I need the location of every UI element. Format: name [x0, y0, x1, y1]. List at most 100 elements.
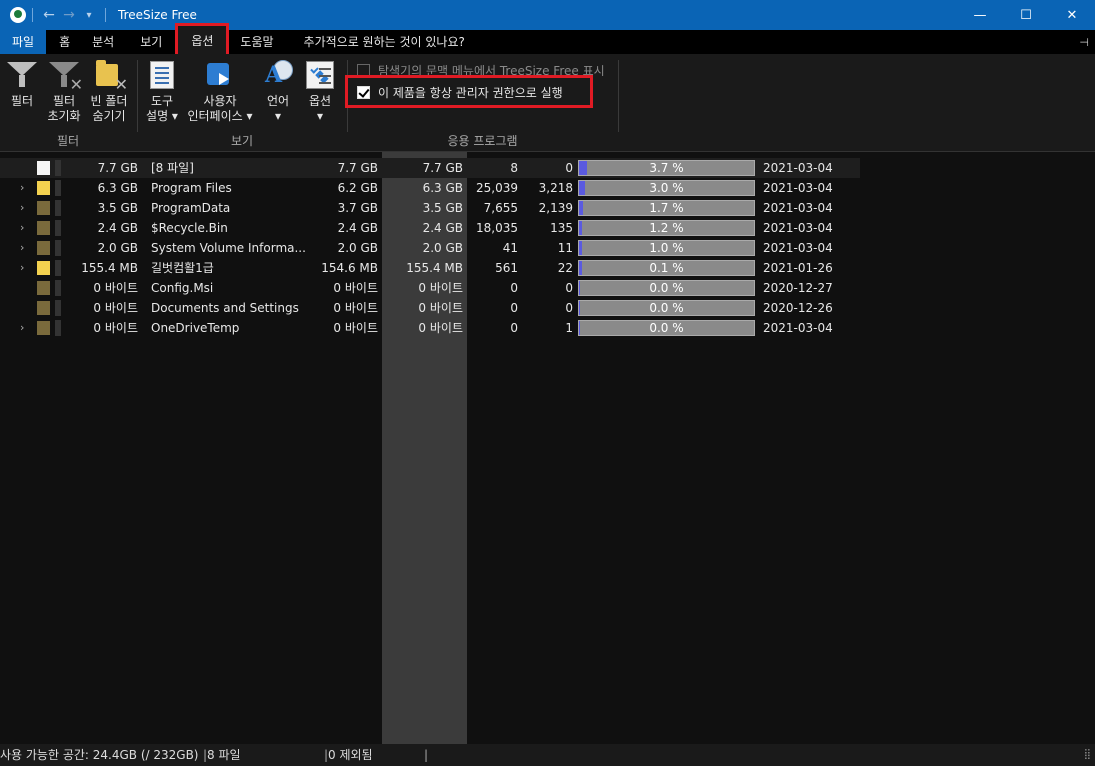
options-button[interactable]: 옵션 ▾	[303, 60, 337, 124]
folders-cell: 2,139	[538, 201, 573, 215]
user-interface-label-2: 인터페이스 ▾	[187, 109, 253, 123]
tooltips-button[interactable]: 도구 설명 ▾	[142, 60, 182, 124]
files-cell: 25,039	[476, 181, 518, 195]
files-cell: 0	[510, 301, 518, 315]
percent-bar: 1.0 %	[578, 240, 755, 256]
tab-options[interactable]: 옵션	[175, 23, 230, 57]
date-cell: 2020-12-27	[763, 281, 833, 295]
title-bar: ← → ▾ TreeSize Free — ☐ ✕	[0, 0, 1095, 30]
files-cell: 7,655	[483, 201, 518, 215]
folder-icon	[37, 281, 50, 295]
close-button[interactable]: ✕	[1049, 0, 1095, 30]
tab-file[interactable]: 파일	[0, 30, 47, 54]
expand-chevron-icon[interactable]: ›	[20, 178, 24, 198]
files-cell: 18,035	[476, 221, 518, 235]
highlight-annotation	[345, 75, 593, 108]
mini-size-bar	[55, 320, 61, 336]
filter-group-label: 필터	[56, 134, 80, 148]
tab-view[interactable]: 보기	[129, 30, 173, 54]
expand-chevron-icon[interactable]: ›	[20, 218, 24, 238]
name-cell: 길벗컴활1급	[151, 261, 214, 275]
application-group-label: 응용 프로그램	[447, 134, 518, 148]
allocated-cell: 0 바이트	[333, 301, 378, 315]
title-separator	[32, 8, 33, 22]
allocated-cell: 3.7 GB	[337, 201, 378, 215]
hide-empty-label-2: 숨기기	[92, 109, 126, 123]
hide-folder-icon: ✕	[94, 60, 128, 93]
tab-analyze[interactable]: 분석	[81, 30, 125, 54]
table-row[interactable]: › 6.3 GB Program Files 6.2 GB 6.3 GB 25,039 3,…	[0, 178, 860, 198]
language-icon: A	[263, 60, 293, 90]
size2-cell: 0 바이트	[418, 281, 463, 295]
table-row[interactable]: 0 바이트 Config.Msi 0 바이트 0 바이트 0 0 0.0 % 2020-12-…	[0, 278, 860, 298]
name-cell: $Recycle.Bin	[151, 221, 228, 235]
reset-filter-label-1: 필터	[52, 94, 76, 108]
reset-filter-icon: ✕	[49, 60, 83, 93]
folder-icon	[37, 221, 50, 235]
percent-bar: 1.7 %	[578, 200, 755, 216]
percent-text: 1.0 %	[649, 241, 684, 255]
mini-size-bar	[55, 180, 61, 196]
table-row[interactable]: 7.7 GB [8 파일] 7.7 GB 7.7 GB 8 0 3.7 % 2021-03-0…	[0, 158, 860, 178]
table-row[interactable]: › 3.5 GB ProgramData 3.7 GB 3.5 GB 7,655 2,139…	[0, 198, 860, 218]
tell-me-search[interactable]: 추가적으로 원하는 것이 있나요?	[293, 30, 476, 54]
expand-chevron-icon[interactable]: ›	[20, 258, 24, 278]
size-cell: 3.5 GB	[97, 201, 138, 215]
minimize-button[interactable]: —	[957, 0, 1003, 30]
ribbon-separator-3	[618, 60, 619, 132]
mini-size-bar	[55, 240, 61, 256]
size2-cell: 3.5 GB	[422, 201, 463, 215]
table-row[interactable]: › 2.0 GB System Volume Informa... 2.0 GB 2.0…	[0, 238, 860, 258]
name-cell: ProgramData	[151, 201, 231, 215]
size-cell: 7.7 GB	[97, 161, 138, 175]
back-arrow-icon[interactable]: ←	[39, 7, 59, 23]
size-cell: 0 바이트	[93, 301, 138, 315]
table-row[interactable]: › 155.4 MB 길벗컴활1급 154.6 MB 155.4 MB 561 22 0.1 …	[0, 258, 860, 278]
mini-size-bar	[55, 260, 61, 276]
status-bar: 사용 가능한 공간: 24.4GB (/ 232GB) | 8 파일 | 0 제…	[0, 744, 1095, 766]
filter-label: 필터	[10, 94, 34, 108]
date-cell: 2021-03-04	[763, 221, 833, 235]
quick-access-dropdown-icon[interactable]: ▾	[79, 10, 99, 21]
tab-home[interactable]: 홈	[48, 30, 81, 54]
allocated-cell: 154.6 MB	[321, 261, 378, 275]
treesize-app-icon[interactable]	[10, 7, 26, 23]
date-cell: 2021-03-04	[763, 201, 833, 215]
table-row[interactable]: 0 바이트 Documents and Settings 0 바이트 0 바이트 0 0 0…	[0, 298, 860, 318]
mini-size-bar	[55, 200, 61, 216]
filter-icon	[7, 60, 37, 90]
reset-filter-button[interactable]: ✕ 필터 초기화	[44, 60, 84, 124]
hide-empty-folders-button[interactable]: ✕ 빈 폴더 숨기기	[88, 60, 130, 124]
folders-cell: 11	[557, 241, 573, 255]
folders-cell: 0	[565, 161, 573, 175]
tooltip-doc-icon	[147, 60, 177, 90]
pin-ribbon-icon[interactable]: ⊣	[1079, 36, 1089, 49]
table-row[interactable]: › 0 바이트 OneDriveTemp 0 바이트 0 바이트 0 1 0.0 % 2021-…	[0, 318, 860, 338]
folders-cell: 22	[557, 261, 573, 275]
mini-size-bar	[55, 160, 61, 176]
percent-bar: 3.0 %	[578, 180, 755, 196]
maximize-button[interactable]: ☐	[1003, 0, 1049, 30]
forward-arrow-icon[interactable]: →	[59, 7, 79, 23]
window-title: TreeSize Free	[118, 8, 197, 22]
resize-grip-icon[interactable]: ⣿	[1084, 744, 1091, 766]
percent-text: 1.2 %	[649, 221, 684, 235]
expand-chevron-icon[interactable]: ›	[20, 318, 24, 338]
tree-list-view[interactable]: 7.7 GB [8 파일] 7.7 GB 7.7 GB 8 0 3.7 % 2021-03-0…	[0, 152, 1095, 744]
file-count-status: 8 파일	[207, 748, 241, 762]
language-button[interactable]: A 언어 ▾	[262, 60, 294, 124]
date-cell: 2021-03-04	[763, 241, 833, 255]
size-cell: 6.3 GB	[97, 181, 138, 195]
name-cell: Program Files	[151, 181, 232, 195]
folder-icon	[37, 201, 50, 215]
folder-icon	[37, 261, 50, 275]
expand-chevron-icon[interactable]: ›	[20, 238, 24, 258]
user-interface-button[interactable]: 사용자 인터페이스 ▾	[184, 60, 256, 124]
size2-cell: 6.3 GB	[422, 181, 463, 195]
tab-help[interactable]: 도움말	[229, 30, 284, 54]
expand-chevron-icon[interactable]: ›	[20, 198, 24, 218]
folders-cell: 0	[565, 301, 573, 315]
table-row[interactable]: › 2.4 GB $Recycle.Bin 2.4 GB 2.4 GB 18,035 135…	[0, 218, 860, 238]
mini-size-bar	[55, 280, 61, 296]
filter-button[interactable]: 필터	[6, 60, 38, 109]
